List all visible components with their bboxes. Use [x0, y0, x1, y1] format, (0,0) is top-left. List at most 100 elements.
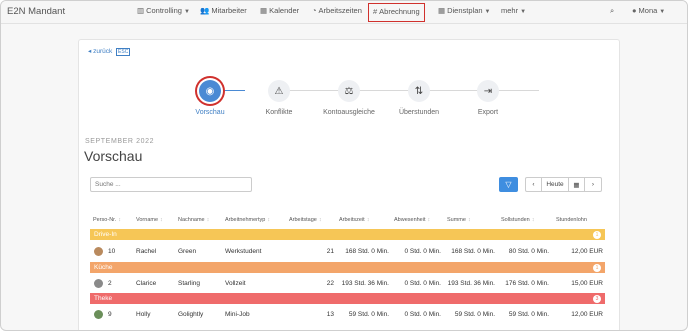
chevron-down-icon: ▼: [484, 9, 491, 15]
col-header-label: Nachname: [178, 217, 205, 223]
user-menu[interactable]: ● Mona ▼: [632, 6, 665, 15]
group-header-theke[interactable]: Theke 3: [90, 293, 605, 304]
calendar-grid-icon: ▦: [438, 6, 446, 15]
step-kontoausgleiche[interactable]: ⚖ Kontoausgleiche: [314, 80, 384, 116]
chevron-down-icon: ▼: [520, 9, 527, 15]
sort-icon: ↕: [366, 217, 370, 223]
today-button[interactable]: Heute: [542, 178, 569, 191]
cell-vorname: Holly: [136, 311, 151, 318]
cell-tage: 22: [326, 280, 334, 287]
cell-lohn: 12,00 EUR: [571, 248, 603, 255]
avatar: [94, 247, 103, 256]
group-header-drive-in[interactable]: Drive-In 1: [90, 229, 605, 240]
col-header-label: Abwesenheit: [394, 217, 426, 223]
nav-controlling[interactable]: ▥ Controlling ▼: [137, 6, 190, 15]
next-button[interactable]: ›: [585, 178, 601, 191]
nav-abrechnung[interactable]: # Abrechnung: [368, 3, 425, 22]
step-label: Überstunden: [398, 109, 440, 116]
sort-icon: ↕: [267, 217, 271, 223]
nav-arbeitszeiten-label: Arbeitszeiten: [318, 6, 362, 15]
chevron-left-icon: ‹: [532, 181, 535, 188]
sliders-icon: #: [373, 7, 378, 16]
cell-zeit: 168 Std. 0 Min.: [345, 248, 389, 255]
nav-mitarbeiter[interactable]: 👥 Mitarbeiter: [200, 6, 247, 15]
col-header-label: Arbeitstage: [289, 217, 317, 223]
sort-icon: ↕: [531, 217, 535, 223]
group-count-badge: 1: [593, 264, 601, 272]
top-navbar: E2N Mandant ▥ Controlling ▼ 👥 Mitarbeiter ▦…: [1, 1, 687, 24]
prev-button[interactable]: ‹: [526, 178, 542, 191]
col-header-arbeitstage[interactable]: Arbeitstage ↕: [289, 217, 322, 223]
nav-abrechnung-label: Abrechnung: [379, 7, 420, 16]
cell-typ: Mini-Job: [225, 311, 250, 318]
sort-icon: ↕: [467, 217, 471, 223]
col-header-persnr[interactable]: Perso-Nr. ↕: [93, 217, 121, 223]
col-header-arbeitszeit[interactable]: Arbeitszeit ↕: [339, 217, 369, 223]
brand-name[interactable]: E2N Mandant: [7, 6, 65, 17]
back-link[interactable]: ◂ zurück ESC: [88, 47, 131, 56]
sort-icon: ↕: [206, 217, 210, 223]
sort-icon: ↕: [160, 217, 163, 223]
stopwatch-icon: ◔: [312, 6, 317, 15]
col-header-label: Summe: [447, 217, 466, 223]
avatar: [94, 310, 103, 319]
calendar-icon: ▦: [260, 6, 268, 15]
col-header-sollstunden[interactable]: Sollstunden ↕: [501, 217, 535, 223]
search-input[interactable]: [90, 177, 252, 192]
nav-arbeitszeiten[interactable]: ◔ Arbeitszeiten: [312, 6, 362, 15]
step-vorschau[interactable]: ◉ Vorschau: [175, 80, 245, 116]
cell-summe: 59 Std. 0 Min.: [454, 311, 495, 318]
cell-zeit: 193 Std. 36 Min.: [341, 280, 389, 287]
step-export[interactable]: ⇥ Export: [453, 80, 523, 116]
chevron-left-icon: ◂: [88, 48, 92, 55]
avatar: [94, 279, 103, 288]
nav-controlling-label: Controlling: [146, 6, 182, 15]
col-header-label: Sollstunden: [501, 217, 530, 223]
cell-nachname: Golightly: [178, 311, 204, 318]
col-header-summe[interactable]: Summe ↕: [447, 217, 471, 223]
cell-typ: Werkstudent: [225, 248, 262, 255]
search-icon[interactable]: ⌕: [610, 6, 614, 16]
group-name: Küche: [94, 264, 113, 271]
app-window: E2N Mandant ▥ Controlling ▼ 👥 Mitarbeiter ▦…: [0, 0, 688, 331]
step-label: Kontoausgleiche: [323, 109, 375, 116]
col-header-arbeitnehmertyp[interactable]: Arbeitnehmertyp ↕: [225, 217, 270, 223]
col-header-nachname[interactable]: Nachname ↕: [178, 217, 209, 223]
sort-icon: ↕: [118, 217, 121, 223]
cell-abwesenheit: 0 Std. 0 Min.: [404, 248, 442, 255]
cell-summe: 168 Std. 0 Min.: [451, 248, 495, 255]
col-header-label: Perso-Nr.: [93, 217, 117, 223]
nav-dienstplan[interactable]: ▦ Dienstplan ▼: [438, 6, 491, 15]
nav-kalender[interactable]: ▦ Kalender: [260, 6, 299, 15]
chevron-down-icon: ▼: [183, 9, 190, 15]
chevron-right-icon: ›: [591, 181, 595, 188]
step-konflikte[interactable]: ⚠ Konflikte: [244, 80, 314, 116]
group-count-badge: 3: [593, 295, 601, 303]
col-header-abwesenheit[interactable]: Abwesenheit ↕: [394, 217, 430, 223]
nav-kalender-label: Kalender: [269, 6, 300, 15]
nav-mehr-label: mehr: [501, 6, 519, 15]
nav-mehr[interactable]: mehr ▼: [501, 6, 526, 15]
sort-icon: ↕: [318, 217, 322, 223]
sliders-icon: ⇅: [408, 80, 430, 102]
cell-vorname: Clarice: [136, 280, 157, 287]
cell-tage: 21: [326, 248, 334, 255]
group-header-kueche[interactable]: Küche 1: [90, 262, 605, 273]
user-circle-icon: ●: [632, 6, 637, 15]
page-title: Vorschau: [84, 148, 143, 164]
calendar-button[interactable]: ▦: [569, 178, 585, 191]
filter-button[interactable]: ▽: [499, 177, 518, 192]
cell-lohn: 15,00 EUR: [571, 280, 603, 287]
esc-key-badge: ESC: [116, 48, 131, 56]
step-label: Vorschau: [195, 109, 225, 116]
col-header-stundenlohn[interactable]: Stundenlohn: [556, 217, 587, 223]
col-header-vorname[interactable]: Vorname ↕: [136, 217, 163, 223]
cell-abwesenheit: 0 Std. 0 Min.: [404, 280, 442, 287]
cell-persnr: 9: [108, 311, 112, 318]
col-header-label: Arbeitszeit: [339, 217, 365, 223]
step-ueberstunden[interactable]: ⇅ Überstunden: [384, 80, 454, 116]
cell-soll: 59 Std. 0 Min.: [508, 311, 549, 318]
cell-persnr: 10: [108, 248, 116, 255]
warning-icon: ⚠: [268, 80, 290, 102]
date-navigator: ‹ Heute ▦ ›: [525, 177, 602, 192]
